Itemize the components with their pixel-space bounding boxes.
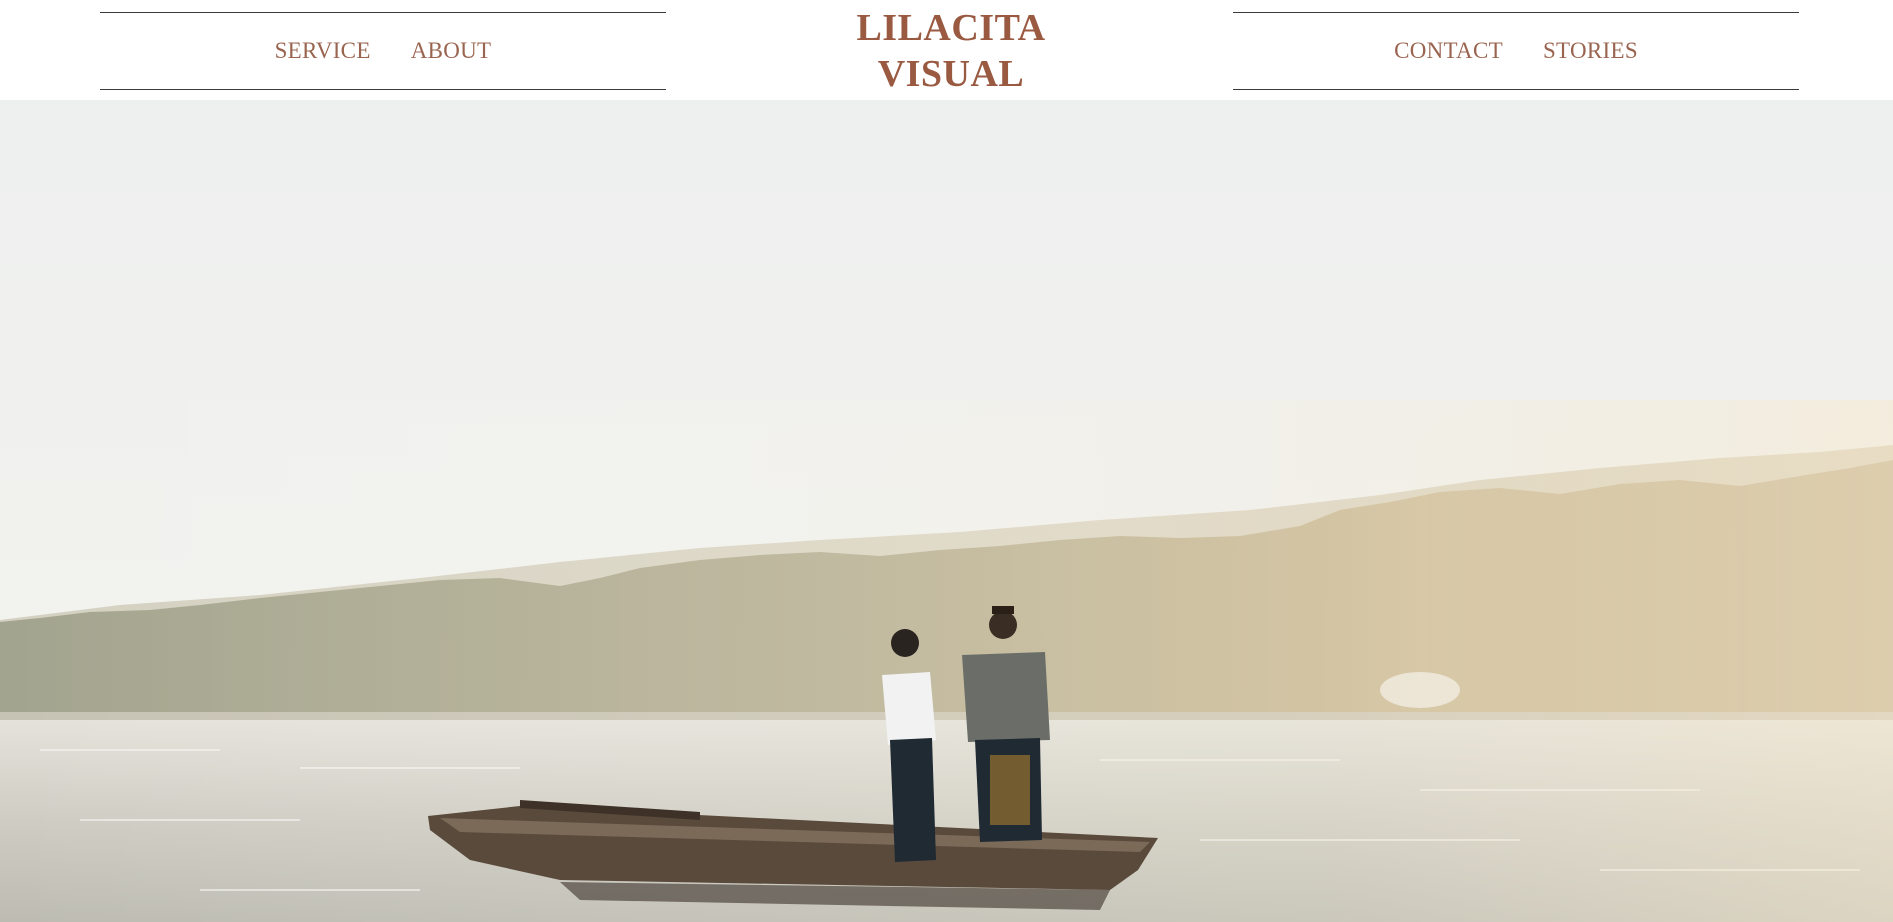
nav-link-contact[interactable]: CONTACT [1394, 38, 1503, 64]
nav-link-service[interactable]: SERVICE [275, 38, 371, 64]
nav-left: SERVICE ABOUT [100, 12, 666, 90]
hero-image [0, 100, 1893, 922]
logo-line-1: LILACITA [856, 7, 1046, 49]
nav-link-about[interactable]: ABOUT [411, 38, 492, 64]
logo-line-2: VISUAL [877, 52, 1025, 95]
site-logo[interactable]: LILACITA VISUAL [846, 6, 1056, 97]
hero-photo [0, 100, 1893, 922]
nav-link-stories[interactable]: STORIES [1543, 38, 1638, 64]
site-header: SERVICE ABOUT LILACITA VISUAL CONTACT ST… [0, 0, 1893, 100]
nav-right: CONTACT STORIES [1233, 12, 1799, 90]
